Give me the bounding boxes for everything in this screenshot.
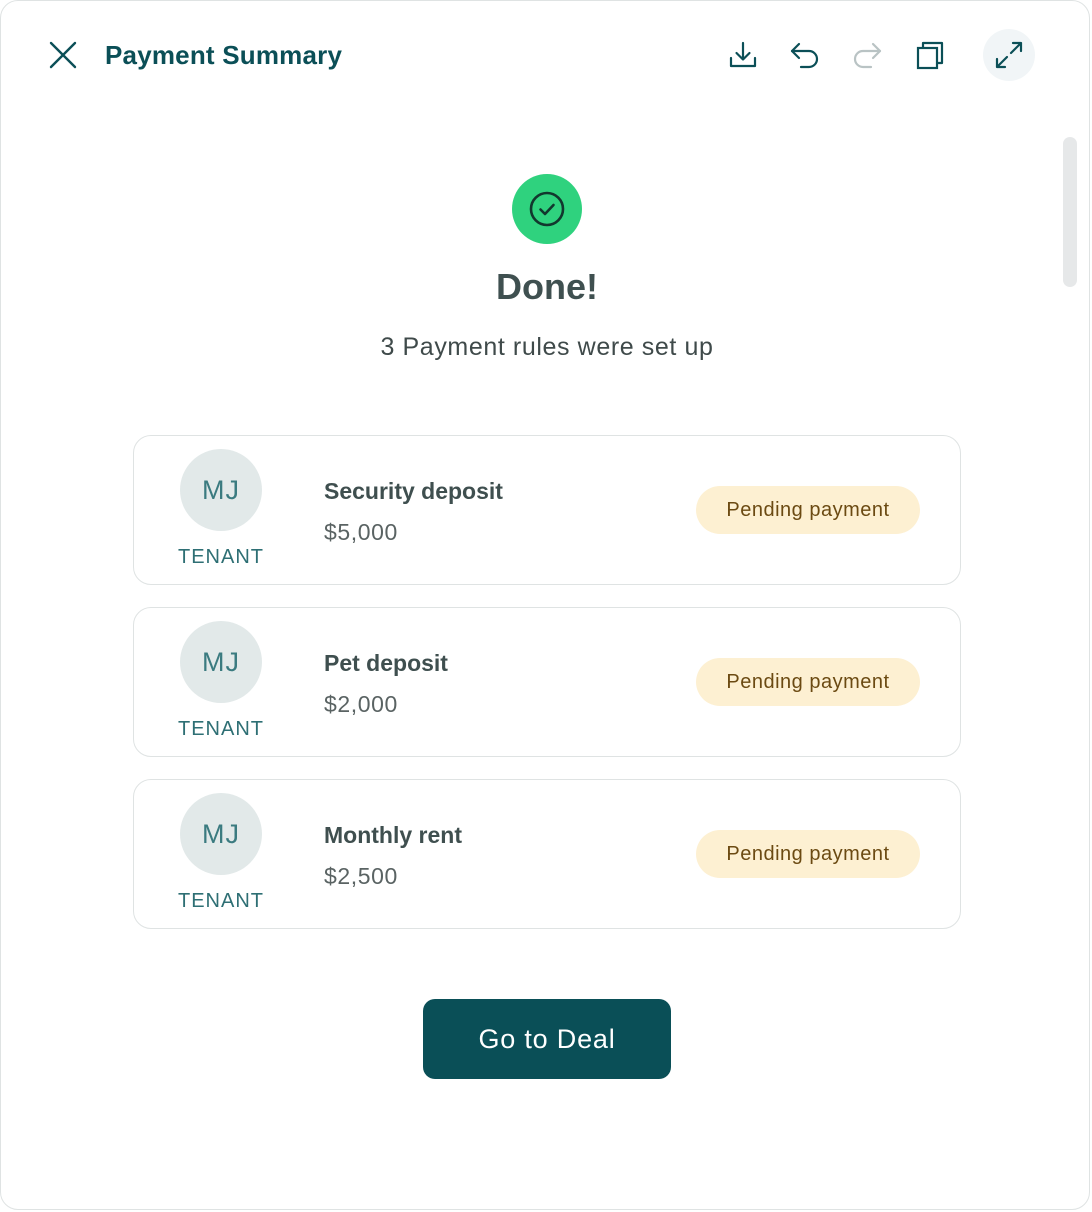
payment-rule-card: MJ TENANT Pet deposit $2,000 Pending pay… — [133, 607, 961, 757]
status-badge: Pending payment — [696, 658, 920, 706]
rule-amount: $2,500 — [324, 863, 398, 889]
status-badge: Pending payment — [696, 830, 920, 878]
copy-icon — [916, 41, 944, 70]
avatar: MJ — [180, 449, 262, 531]
role-label: TENANT — [178, 546, 264, 568]
rule-amount: $5,000 — [324, 519, 398, 545]
rule-amount: $2,000 — [324, 691, 398, 717]
role-label: TENANT — [178, 718, 264, 740]
expand-button[interactable] — [983, 29, 1035, 81]
status-badge: Pending payment — [696, 486, 920, 534]
copy-button[interactable] — [904, 29, 956, 81]
rule-name: Pet deposit — [324, 650, 448, 676]
expand-icon — [995, 41, 1023, 69]
download-button[interactable] — [717, 29, 769, 81]
undo-icon — [790, 42, 819, 69]
go-to-deal-button[interactable]: Go to Deal — [423, 999, 671, 1079]
success-subtitle: 3 Payment rules were set up — [380, 333, 714, 361]
close-button[interactable] — [43, 35, 83, 75]
dialog-title: Payment Summary — [105, 40, 343, 70]
success-title: Done! — [496, 266, 598, 307]
rule-name: Security deposit — [324, 478, 503, 504]
check-circle-icon — [512, 174, 582, 244]
undo-button[interactable] — [779, 29, 831, 81]
payment-rule-card: MJ TENANT Monthly rent $2,500 Pending pa… — [133, 779, 961, 929]
redo-icon — [853, 42, 882, 69]
close-icon — [49, 41, 77, 69]
dialog-header: Payment Summary — [1, 1, 1091, 111]
role-label: TENANT — [178, 890, 264, 912]
avatar: MJ — [180, 621, 262, 703]
payment-rule-card: MJ TENANT Security deposit $5,000 Pendin… — [133, 435, 961, 585]
redo-button[interactable] — [841, 29, 893, 81]
download-icon — [729, 41, 757, 68]
rule-name: Monthly rent — [324, 822, 462, 848]
avatar: MJ — [180, 793, 262, 875]
payment-summary-dialog: Payment Summary Done! 3 Payment rules we… — [0, 0, 1090, 1210]
